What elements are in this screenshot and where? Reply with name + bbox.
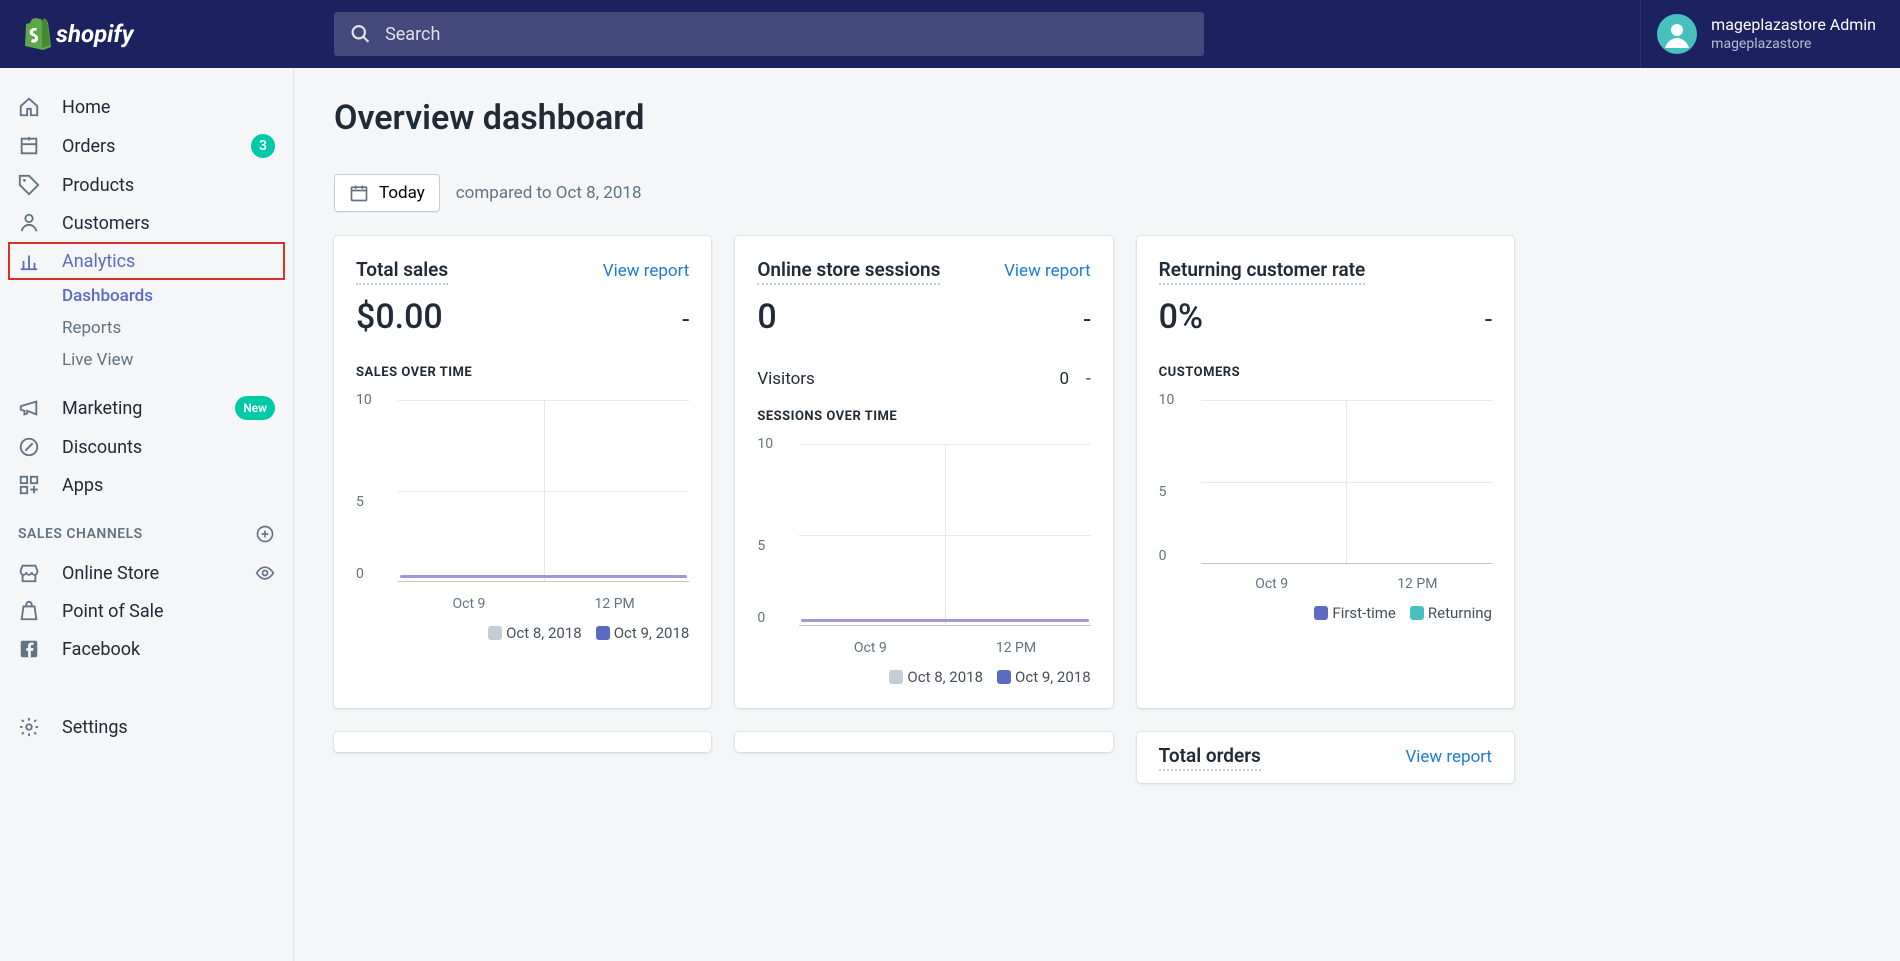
sub-heading: CUSTOMERS bbox=[1159, 365, 1492, 380]
nav-label: Orders bbox=[62, 136, 115, 157]
analytics-icon bbox=[18, 250, 40, 272]
nav-label: Discounts bbox=[62, 437, 142, 458]
page-title: Overview dashboard bbox=[334, 98, 1514, 138]
apps-icon bbox=[18, 474, 40, 496]
store-icon bbox=[18, 562, 40, 584]
channel-pos[interactable]: Point of Sale bbox=[0, 592, 293, 630]
search-input[interactable] bbox=[385, 24, 1188, 45]
card-total-orders: Total orders View report bbox=[1137, 732, 1514, 783]
discount-icon bbox=[18, 436, 40, 458]
date-range-button[interactable]: Today bbox=[334, 174, 440, 212]
user-store-name: mageplazastore bbox=[1711, 35, 1876, 53]
nav-settings[interactable]: Settings bbox=[0, 708, 293, 746]
user-admin-name: mageplazastore Admin bbox=[1711, 15, 1876, 36]
card-returning: Returning customer rate 0% - CUSTOMERS 1… bbox=[1137, 236, 1514, 708]
channel-online-store[interactable]: Online Store bbox=[0, 554, 293, 592]
orders-icon bbox=[18, 135, 40, 157]
nav-label: Online Store bbox=[62, 563, 159, 584]
card-title: Online store sessions bbox=[757, 258, 940, 285]
delta: - bbox=[1083, 305, 1090, 335]
nav-label: Apps bbox=[62, 475, 103, 496]
main-content: Overview dashboard Today compared to Oct… bbox=[294, 68, 1554, 961]
nav-home[interactable]: Home bbox=[0, 88, 293, 126]
card-title: Total orders bbox=[1159, 744, 1261, 771]
user-menu[interactable]: mageplazastore Admin mageplazastore bbox=[1640, 0, 1900, 68]
view-report-link[interactable]: View report bbox=[1405, 747, 1492, 767]
tag-icon bbox=[18, 174, 40, 196]
new-badge: New bbox=[235, 396, 275, 420]
orders-badge: 3 bbox=[251, 134, 275, 158]
channel-facebook[interactable]: Facebook bbox=[0, 630, 293, 668]
sessions-chart: 10 5 0 Oct 912 PM bbox=[757, 436, 1090, 656]
calendar-icon bbox=[349, 183, 369, 203]
sidebar: Home Orders 3 Products Customers A bbox=[0, 68, 294, 961]
nav-orders[interactable]: Orders 3 bbox=[0, 126, 293, 166]
person-icon bbox=[1661, 18, 1693, 50]
nav-apps[interactable]: Apps bbox=[0, 466, 293, 504]
sub-heading: SALES OVER TIME bbox=[356, 365, 689, 380]
home-icon bbox=[18, 96, 40, 118]
nav-label: Customers bbox=[62, 213, 150, 234]
avatar bbox=[1657, 14, 1697, 54]
nav-label: Settings bbox=[62, 717, 128, 738]
customers-chart: 10 5 0 Oct 912 PM bbox=[1159, 392, 1492, 592]
sales-channels-header: SALES CHANNELS bbox=[0, 504, 293, 554]
search-icon bbox=[350, 23, 371, 45]
view-report-link[interactable]: View report bbox=[1004, 261, 1091, 281]
add-channel-button[interactable] bbox=[255, 524, 275, 544]
nav-live-view[interactable]: Live View bbox=[0, 344, 293, 376]
topbar: shopify mageplazastore Admin mageplazast… bbox=[0, 0, 1900, 68]
card-sessions: Online store sessions View report 0 - Vi… bbox=[735, 236, 1112, 708]
bag-icon bbox=[18, 600, 40, 622]
card-placeholder bbox=[334, 732, 711, 752]
nav-reports[interactable]: Reports bbox=[0, 312, 293, 344]
nav-analytics[interactable]: Analytics bbox=[8, 242, 285, 280]
megaphone-icon bbox=[18, 397, 40, 419]
compared-label: compared to Oct 8, 2018 bbox=[456, 183, 642, 203]
total-sales-value: $0.00 bbox=[356, 297, 443, 337]
nav-label: Home bbox=[62, 97, 110, 118]
facebook-icon bbox=[18, 638, 40, 660]
returning-value: 0% bbox=[1159, 297, 1203, 337]
search-bar[interactable] bbox=[334, 12, 1204, 56]
delta: - bbox=[1485, 305, 1492, 335]
eye-icon[interactable] bbox=[255, 563, 275, 583]
visitors-label: Visitors bbox=[757, 369, 815, 389]
nav-dashboards[interactable]: Dashboards bbox=[0, 280, 293, 312]
card-placeholder bbox=[735, 732, 1112, 752]
shopify-logo[interactable]: shopify bbox=[20, 16, 294, 52]
nav-discounts[interactable]: Discounts bbox=[0, 428, 293, 466]
card-total-sales: Total sales View report $0.00 - SALES OV… bbox=[334, 236, 711, 708]
view-report-link[interactable]: View report bbox=[603, 261, 690, 281]
gear-icon bbox=[18, 716, 40, 738]
sales-chart: 10 5 0 Oct 912 PM bbox=[356, 392, 689, 612]
card-title: Returning customer rate bbox=[1159, 258, 1366, 285]
person-icon bbox=[18, 212, 40, 234]
nav-label: Products bbox=[62, 175, 134, 196]
nav-label: Facebook bbox=[62, 639, 140, 660]
sub-heading: SESSIONS OVER TIME bbox=[757, 409, 1090, 424]
svg-text:shopify: shopify bbox=[56, 20, 135, 48]
nav-label: Analytics bbox=[62, 251, 135, 272]
nav-customers[interactable]: Customers bbox=[0, 204, 293, 242]
nav-label: Point of Sale bbox=[62, 601, 164, 622]
nav-products[interactable]: Products bbox=[0, 166, 293, 204]
nav-marketing[interactable]: Marketing New bbox=[0, 388, 293, 428]
sessions-value: 0 bbox=[757, 297, 776, 337]
card-title: Total sales bbox=[356, 258, 448, 285]
delta: - bbox=[682, 305, 689, 335]
nav-label: Marketing bbox=[62, 398, 142, 419]
